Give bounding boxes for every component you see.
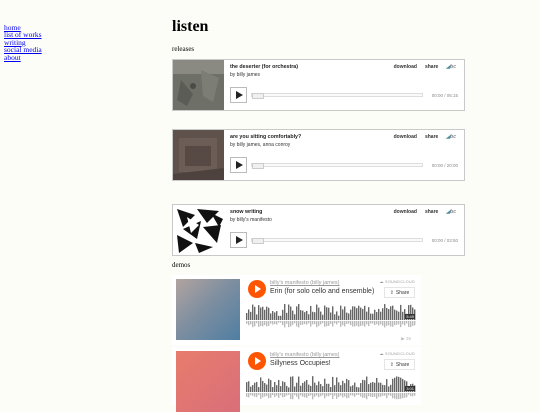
play-button[interactable] (248, 352, 266, 370)
download-link[interactable]: download (394, 209, 417, 215)
artist-link[interactable]: billy's manifesto (billy james) (270, 352, 340, 358)
soundcloud-logo-text: SOUNDCLOUD (384, 280, 415, 284)
share-icon: ⇪ (389, 289, 394, 296)
share-link[interactable]: share (425, 64, 438, 70)
track-artist: by billy's manifesto (230, 217, 272, 223)
waveform[interactable] (246, 302, 416, 332)
share-label: Share (395, 361, 410, 368)
track-title: the deserter (for orchestra) (230, 64, 298, 70)
progress-bar[interactable] (251, 163, 423, 169)
soundcloud-logo-text: SOUNDCLOUD (384, 352, 415, 356)
play-button[interactable] (230, 87, 247, 103)
soundcloud-logo[interactable]: ☁ SOUNDCLOUD (380, 279, 415, 284)
duration-badge: 3:01 (405, 386, 415, 391)
waveform[interactable] (246, 374, 416, 404)
bandcamp-logo-icon[interactable]: ◢bc (446, 134, 456, 140)
bandcamp-logo-icon[interactable]: ◢bc (446, 209, 456, 215)
download-link[interactable]: download (394, 134, 417, 140)
track-artwork (176, 351, 240, 412)
bandcamp-player: snow writing by billy's manifesto downlo… (172, 204, 465, 256)
progress-knob[interactable] (252, 238, 264, 244)
time-display: 00:00 / 20:00 (431, 163, 458, 168)
soundcloud-player: billy's manifesto (billy james) Sillynes… (172, 347, 421, 412)
nav-about-link[interactable]: about (4, 53, 42, 61)
share-button[interactable]: ⇪ Share (384, 287, 415, 298)
share-link[interactable]: share (425, 134, 438, 140)
releases-heading: releases (172, 45, 195, 53)
track-artist: by billy james, anna conroy (230, 142, 291, 148)
album-art (173, 205, 224, 255)
play-button[interactable] (248, 280, 266, 298)
track-title[interactable]: Erin (for solo cello and ensemble) (270, 288, 374, 295)
artist-link[interactable]: billy's manifesto (billy james) (270, 280, 340, 286)
time-display: 00:00 / 05:15 (431, 93, 458, 98)
bandcamp-player: the deserter (for orchestra) by billy ja… (172, 59, 465, 111)
play-button[interactable] (230, 232, 247, 248)
track-artwork (176, 279, 240, 340)
progress-knob[interactable] (252, 93, 264, 99)
play-count: ▶ 36 (401, 336, 411, 341)
duration-badge: 5:49 (405, 314, 415, 319)
bandcamp-logo-icon[interactable]: ◢bc (446, 64, 456, 70)
share-link[interactable]: share (425, 209, 438, 215)
track-title: are you sitting comfortably? (230, 134, 302, 140)
share-label: Share (395, 289, 410, 296)
soundcloud-logo[interactable]: ☁ SOUNDCLOUD (380, 351, 415, 356)
track-artist: by billy james (230, 72, 261, 78)
progress-knob[interactable] (252, 163, 264, 169)
bandcamp-logo-text: bc (450, 64, 456, 70)
album-art (173, 60, 224, 110)
share-button[interactable]: ⇪ Share (384, 359, 415, 370)
download-link[interactable]: download (394, 64, 417, 70)
main-nav: home list of works writing social media … (4, 24, 42, 62)
time-display: 00:00 / 03:50 (431, 238, 458, 243)
bandcamp-logo-text: bc (450, 134, 456, 140)
demos-heading: demos (172, 261, 191, 269)
track-title: snow writing (230, 209, 263, 215)
bandcamp-logo-text: bc (450, 209, 456, 215)
page-title: listen (172, 18, 209, 35)
progress-bar[interactable] (251, 93, 423, 99)
progress-bar[interactable] (251, 238, 423, 244)
album-art (173, 130, 224, 180)
soundcloud-player: billy's manifesto (billy james) Erin (fo… (172, 275, 421, 352)
track-title[interactable]: Sillyness Occupies! (270, 360, 331, 367)
share-icon: ⇪ (389, 361, 394, 368)
bandcamp-player: are you sitting comfortably? by billy ja… (172, 129, 465, 181)
play-button[interactable] (230, 157, 247, 173)
